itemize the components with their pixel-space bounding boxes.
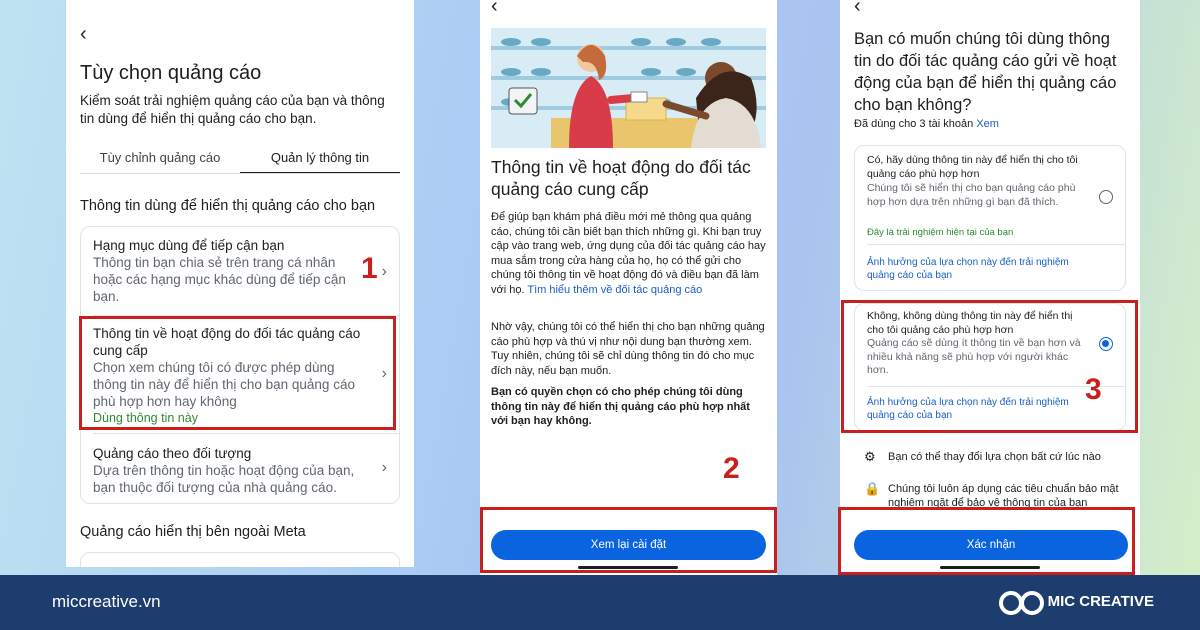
option-description: Chúng tôi sẽ hiển thị cho bạn quảng cáo …: [867, 182, 1076, 208]
lock-icon: 🔒: [864, 481, 881, 496]
highlight-box: [79, 316, 396, 430]
gear-icon: ⚙: [864, 449, 876, 464]
subtitle-text: Đã dùng cho 3 tài khoản: [854, 118, 977, 130]
chevron-right-icon[interactable]: ›: [382, 263, 387, 281]
highlight-box: [480, 507, 777, 573]
step-number: 3: [1085, 373, 1102, 406]
section-title: Thông tin dùng để hiển thị quảng cáo cho…: [80, 198, 376, 214]
paragraph-3: Bạn có quyền chọn có cho phép chúng tôi …: [491, 386, 750, 427]
option-card-yes[interactable]: Có, hãy dùng thông tin này để hiển thị c…: [854, 145, 1126, 291]
confirm-choice-screen: ‹ Bạn có muốn chúng tôi dùng thông tin d…: [840, 0, 1140, 576]
note-text: Bạn có thể thay đổi lựa chọn bất cứ lúc …: [888, 451, 1101, 463]
accounts-subtitle: Đã dùng cho 3 tài khoản Xem: [854, 118, 999, 130]
back-arrow-icon[interactable]: ‹: [80, 24, 87, 44]
intro-paragraph: Để giúp bạn khám phá điều mới mẻ thông q…: [491, 210, 766, 297]
note-security: 🔒 Chúng tôi luôn áp dụng các tiêu chuẩn …: [864, 482, 1132, 510]
divider: [867, 244, 1125, 245]
option-status: Đây là trải nghiệm hiện tại của bạn: [867, 227, 1014, 238]
footer-bar: miccreative.vn MIC CREATIVE: [0, 575, 1200, 630]
section-title-outside-meta: Quảng cáo hiển thị bên ngoài Meta: [80, 524, 306, 540]
option-title: Có, hãy dùng thông tin này để hiển thị c…: [867, 154, 1078, 180]
back-arrow-icon[interactable]: ‹: [854, 0, 861, 16]
setting-row-categories[interactable]: Hạng mục dùng để tiếp cận bạn Thông tin …: [93, 237, 363, 305]
back-arrow-icon[interactable]: ‹: [491, 0, 498, 16]
store-illustration: [491, 28, 766, 148]
step-number: 1: [361, 252, 378, 285]
page-heading: Bạn có muốn chúng tôi dùng thông tin do …: [854, 30, 1117, 114]
settings-card-partial: [80, 552, 400, 567]
page-heading: Thông tin về hoạt động do đối tác quảng …: [491, 157, 751, 199]
radio-yes[interactable]: [1099, 190, 1113, 204]
chevron-right-icon[interactable]: ›: [382, 459, 387, 477]
row-description: Thông tin bạn chia sẻ trên trang cá nhân…: [93, 255, 346, 304]
note-text: Chúng tôi luôn áp dụng các tiêu chuẩn bả…: [888, 483, 1119, 509]
tab-manage-info[interactable]: Quản lý thông tin: [240, 150, 400, 174]
row-description: Dựa trên thông tin hoặc hoạt động của bạ…: [93, 463, 355, 495]
highlight-box: [838, 507, 1135, 575]
option-impact-link[interactable]: Ảnh hưởng của lựa chọn này đến trải nghi…: [867, 256, 1092, 282]
divider: [93, 433, 399, 434]
page-title: Tùy chọn quảng cáo: [80, 62, 262, 84]
tab-bar: Tùy chỉnh quảng cáo Quản lý thông tin: [80, 150, 400, 174]
tab-divider: [80, 173, 400, 174]
learn-more-link[interactable]: Tìm hiểu thêm về đối tác quảng cáo: [527, 284, 702, 296]
note-change-anytime: ⚙ Bạn có thể thay đổi lựa chọn bất cứ lú…: [864, 450, 1132, 464]
tab-customize-ads[interactable]: Tùy chỉnh quảng cáo: [80, 150, 240, 174]
view-accounts-link[interactable]: Xem: [976, 118, 999, 130]
brand-name: MIC CREATIVE: [1047, 593, 1154, 610]
step-number: 2: [723, 452, 740, 485]
paragraph-2: Nhờ vậy, chúng tôi có thể hiển thị cho b…: [491, 321, 765, 377]
row-title: Quảng cáo theo đối tượng: [93, 446, 252, 461]
website-url[interactable]: miccreative.vn: [52, 592, 161, 612]
setting-row-audience[interactable]: Quảng cáo theo đối tượng Dựa trên thông …: [93, 445, 363, 496]
highlight-box: [841, 300, 1138, 433]
row-title: Hạng mục dùng để tiếp cận bạn: [93, 238, 285, 253]
page-description: Kiểm soát trải nghiệm quảng cáo của bạn …: [80, 93, 385, 126]
mic-logo-icon: [999, 591, 1044, 615]
partner-activity-info-screen: ‹ Thông tin về hoạt động do đối tác quản…: [480, 0, 777, 576]
